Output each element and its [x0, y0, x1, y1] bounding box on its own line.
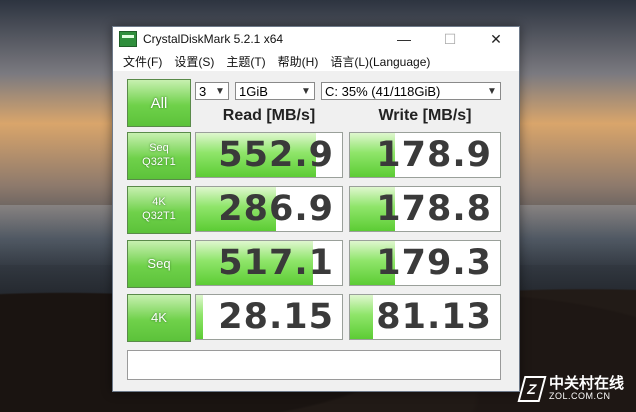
zol-watermark: Z 中关村在线 ZOL.COM.CN	[517, 375, 624, 402]
row-button-4k-q32t1[interactable]: 4K Q32T1	[127, 186, 191, 234]
minimize-button[interactable]: —	[381, 27, 427, 51]
menu-bar: 文件(F) 设置(S) 主题(T) 帮助(H) 语言(L)(Language)	[113, 51, 519, 71]
test-count-value: 3	[199, 83, 207, 99]
title-bar[interactable]: CrystalDiskMark 5.2.1 x64 — ☐ ✕	[113, 27, 519, 51]
row-button-seq-q32t1[interactable]: Seq Q32T1	[127, 132, 191, 180]
read-value: 517.1	[218, 243, 334, 283]
watermark-en: ZOL.COM.CN	[548, 391, 611, 402]
write-value: 178.9	[376, 135, 492, 175]
row-button-seq[interactable]: Seq	[127, 240, 191, 288]
write-column-header: Write [MB/s]	[378, 107, 472, 124]
chevron-down-icon: ▼	[215, 85, 225, 97]
zol-logo-icon: Z	[517, 376, 547, 402]
row-label-line1: Seq	[149, 142, 169, 155]
menu-file[interactable]: 文件(F)	[117, 53, 168, 70]
row-label-line1: 4K	[151, 309, 167, 325]
write-value: 178.8	[376, 189, 492, 229]
test-count-select[interactable]: 3 ▼	[195, 82, 229, 100]
menu-help[interactable]: 帮助(H)	[272, 53, 325, 70]
write-result-cell: 178.8	[349, 186, 501, 232]
read-result-cell: 28.15	[195, 294, 343, 340]
menu-theme[interactable]: 主题(T)	[220, 53, 271, 70]
test-size-value: 1GiB	[239, 83, 268, 99]
close-button[interactable]: ✕	[473, 27, 519, 51]
write-result-cell: 178.9	[349, 132, 501, 178]
all-button[interactable]: All	[127, 79, 191, 127]
write-value: 81.13	[376, 297, 492, 337]
read-result-cell: 552.9	[195, 132, 343, 178]
read-result-cell: 517.1	[195, 240, 343, 286]
drive-select[interactable]: C: 35% (41/118GiB) ▼	[321, 82, 501, 100]
row-label-line2: Q32T1	[142, 156, 176, 168]
chevron-down-icon: ▼	[301, 85, 311, 97]
read-value: 28.15	[218, 297, 334, 337]
read-value: 552.9	[218, 135, 334, 175]
read-result-cell: 286.9	[195, 186, 343, 232]
app-disk-icon	[119, 31, 137, 47]
test-size-select[interactable]: 1GiB ▼	[235, 82, 315, 100]
write-result-cell: 81.13	[349, 294, 501, 340]
write-result-cell: 179.3	[349, 240, 501, 286]
write-value: 179.3	[376, 243, 492, 283]
comment-field[interactable]	[127, 350, 501, 380]
row-label-line2: Q32T1	[142, 210, 176, 222]
row-label-line1: Seq	[147, 255, 171, 271]
crystaldiskmark-window: CrystalDiskMark 5.2.1 x64 — ☐ ✕ 文件(F) 设置…	[112, 26, 520, 392]
menu-settings[interactable]: 设置(S)	[168, 53, 220, 70]
maximize-button[interactable]: ☐	[427, 27, 473, 51]
watermark-cn: 中关村在线	[548, 375, 624, 393]
read-column-header: Read [MB/s]	[222, 107, 316, 124]
read-value: 286.9	[218, 189, 334, 229]
menu-language[interactable]: 语言(L)(Language)	[324, 53, 436, 70]
write-bar-fill	[350, 295, 373, 339]
row-label-line1: 4K	[152, 196, 166, 209]
window-title: CrystalDiskMark 5.2.1 x64	[143, 32, 284, 46]
read-bar-fill	[196, 295, 204, 339]
chevron-down-icon: ▼	[487, 85, 497, 97]
drive-value: C: 35% (41/118GiB)	[325, 83, 441, 99]
row-button-4k[interactable]: 4K	[127, 294, 191, 342]
